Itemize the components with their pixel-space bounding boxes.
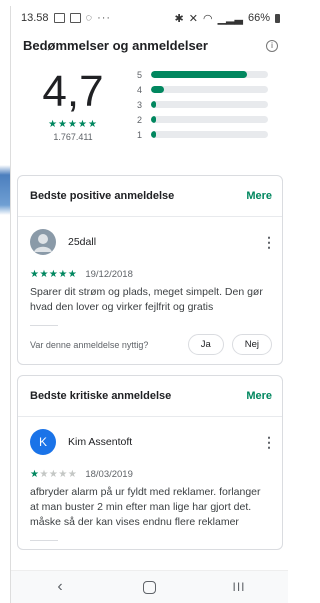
rating-bar-row: 1: [137, 127, 278, 142]
person-icon: [34, 234, 52, 252]
rating-bar-fill: [151, 86, 164, 93]
helpful-yes-button[interactable]: Ja: [187, 334, 224, 355]
helpful-row: Var denne anmeldelse nyttig? Ja Nej: [18, 334, 282, 364]
positive-more-link[interactable]: Mere: [246, 190, 272, 202]
signal-icon: ▁▂▃: [217, 12, 243, 25]
critical-more-link[interactable]: Mere: [246, 390, 272, 402]
info-icon[interactable]: i: [266, 39, 278, 52]
rating-bar-label: 5: [137, 69, 143, 80]
page-title: Bedømmelser og anmeldelser: [23, 38, 208, 53]
clock: 13.58: [21, 12, 49, 24]
rating-bar-fill: [151, 101, 156, 108]
rating-bar-track: [151, 131, 268, 138]
battery-percent: 66%: [247, 12, 270, 24]
review-options-icon[interactable]: ⋮: [262, 234, 276, 251]
back-icon[interactable]: ‹: [45, 578, 75, 596]
positive-review-card: Bedste positive anmeldelse Mere 25dall ⋮: [17, 175, 283, 365]
total-ratings: 1.767.411: [53, 132, 93, 142]
recents-icon[interactable]: III: [224, 580, 254, 594]
rating-bar-label: 4: [137, 84, 143, 95]
gallery-icon: [53, 13, 65, 23]
helpful-question: Var denne anmeldelse nyttig?: [30, 339, 149, 350]
home-icon[interactable]: [143, 580, 156, 594]
rating-bar-fill: [151, 131, 156, 138]
rating-bar-track: [151, 101, 268, 108]
rating-bar-row: 4: [137, 82, 278, 97]
wifi-icon: ◠: [202, 12, 213, 25]
review-date: 19/12/2018: [85, 269, 133, 280]
average-score: 4,7: [42, 67, 104, 116]
sync-icon: ◌: [85, 12, 93, 24]
positive-review-title: Bedste positive anmeldelse: [30, 190, 175, 202]
rating-bar-track: [151, 71, 268, 78]
average-stars-icon: ★★★★★: [48, 119, 98, 130]
reviewer-name: Kim Assentoft: [68, 436, 133, 448]
rating-bar-track: [151, 116, 268, 123]
rating-bar-row: 5: [137, 67, 278, 82]
review-date: 18/03/2019: [85, 469, 133, 480]
critical-review-card: Bedste kritiske anmeldelse Mere K Kim As…: [17, 375, 283, 550]
bluetooth-icon: ✱: [174, 12, 184, 25]
review-stars-icon: ★★★★★: [30, 269, 78, 280]
rating-bar-fill: [151, 116, 156, 123]
review-stars-icon: ★★★★★: [30, 469, 78, 480]
mute-icon: ✕: [188, 12, 198, 25]
avatar: K: [30, 429, 56, 455]
more-notifications-icon: ···: [97, 12, 112, 24]
battery-icon: [275, 13, 280, 23]
rating-bar-fill: [151, 71, 247, 78]
critical-review-title: Bedste kritiske anmeldelse: [30, 390, 172, 402]
divider: [30, 325, 58, 326]
rating-summary: 4,7 ★★★★★ 1.767.411 5 4 3 2 1: [11, 59, 288, 175]
rating-bar-label: 1: [137, 129, 143, 140]
status-bar: 13.58 ◌ ··· ✱ ✕ ◠ ▁▂▃ 66%: [11, 6, 288, 30]
rating-bar-row: 3: [137, 97, 278, 112]
rating-bar-label: 2: [137, 114, 143, 125]
rating-bar-label: 3: [137, 99, 143, 110]
ratings-header: Bedømmelser og anmeldelser i: [11, 30, 288, 59]
review-text: Sparer dit strøm og plads, meget simpelt…: [30, 286, 263, 313]
divider: [30, 540, 58, 541]
rating-bar-track: [151, 86, 268, 93]
calendar-icon: [69, 13, 81, 23]
review-options-icon[interactable]: ⋮: [262, 434, 276, 451]
rating-distribution: 5 4 3 2 1: [123, 65, 278, 175]
avatar: [30, 229, 56, 255]
navigation-bar: ‹ III: [11, 570, 288, 603]
review-text: afbryder alarm på ur fyldt med reklamer.…: [30, 486, 261, 528]
helpful-no-button[interactable]: Nej: [231, 334, 272, 355]
rating-bar-row: 2: [137, 112, 278, 127]
phone-screen: 13.58 ◌ ··· ✱ ✕ ◠ ▁▂▃ 66% Bedømmelser og…: [10, 6, 288, 603]
background-strip: [0, 0, 10, 603]
reviewer-name: 25dall: [68, 236, 97, 248]
